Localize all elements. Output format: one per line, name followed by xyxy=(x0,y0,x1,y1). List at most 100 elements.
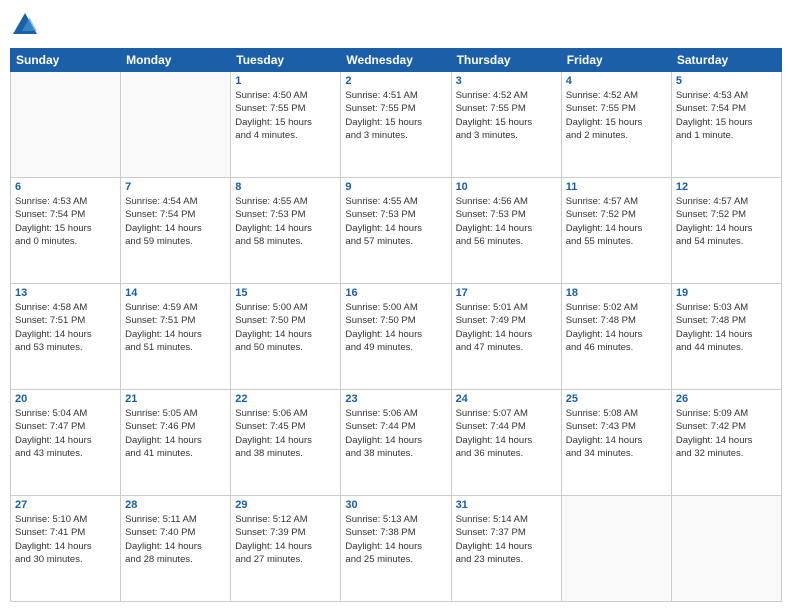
calendar-cell: 6 Sunrise: 4:53 AM Sunset: 7:54 PM Daylig… xyxy=(11,178,121,284)
calendar-cell: 19Sunrise: 5:03 AM Sunset: 7:48 PM Dayli… xyxy=(671,284,781,390)
day-info: Sunrise: 5:06 AM Sunset: 7:45 PM Dayligh… xyxy=(235,407,336,460)
day-number: 20 xyxy=(15,393,116,405)
day-info: Sunrise: 4:52 AM Sunset: 7:55 PM Dayligh… xyxy=(566,89,667,142)
day-number: 22 xyxy=(235,393,336,405)
day-number: 27 xyxy=(15,499,116,511)
calendar-cell: 13Sunrise: 4:58 AM Sunset: 7:51 PM Dayli… xyxy=(11,284,121,390)
calendar-cell: 20Sunrise: 5:04 AM Sunset: 7:47 PM Dayli… xyxy=(11,390,121,496)
day-number: 5 xyxy=(676,75,777,87)
calendar-cell: 15Sunrise: 5:00 AM Sunset: 7:50 PM Dayli… xyxy=(231,284,341,390)
day-number: 30 xyxy=(345,499,446,511)
logo xyxy=(10,10,42,40)
day-info: Sunrise: 4:53 AM Sunset: 7:54 PM Dayligh… xyxy=(15,195,116,248)
weekday-header-saturday: Saturday xyxy=(671,49,781,72)
day-info: Sunrise: 5:06 AM Sunset: 7:44 PM Dayligh… xyxy=(345,407,446,460)
calendar-cell: 5 Sunrise: 4:53 AM Sunset: 7:54 PM Daylig… xyxy=(671,72,781,178)
calendar-cell: 12 Sunrise: 4:57 AM Sunset: 7:52 PM Dayli… xyxy=(671,178,781,284)
day-number: 26 xyxy=(676,393,777,405)
day-info: Sunrise: 5:05 AM Sunset: 7:46 PM Dayligh… xyxy=(125,407,226,460)
calendar-cell: 25Sunrise: 5:08 AM Sunset: 7:43 PM Dayli… xyxy=(561,390,671,496)
day-number: 29 xyxy=(235,499,336,511)
weekday-header-wednesday: Wednesday xyxy=(341,49,451,72)
calendar-cell: 16Sunrise: 5:00 AM Sunset: 7:50 PM Dayli… xyxy=(341,284,451,390)
day-info: Sunrise: 5:07 AM Sunset: 7:44 PM Dayligh… xyxy=(456,407,557,460)
calendar-cell: 26 Sunrise: 5:09 AM Sunset: 7:42 PM Dayli… xyxy=(671,390,781,496)
day-number: 2 xyxy=(345,75,446,87)
calendar-cell: 4 Sunrise: 4:52 AM Sunset: 7:55 PM Daylig… xyxy=(561,72,671,178)
weekday-header-thursday: Thursday xyxy=(451,49,561,72)
day-info: Sunrise: 4:59 AM Sunset: 7:51 PM Dayligh… xyxy=(125,301,226,354)
day-number: 28 xyxy=(125,499,226,511)
day-info: Sunrise: 4:53 AM Sunset: 7:54 PM Dayligh… xyxy=(676,89,777,142)
day-number: 3 xyxy=(456,75,557,87)
weekday-header-row: SundayMondayTuesdayWednesdayThursdayFrid… xyxy=(11,49,782,72)
calendar-cell: 11Sunrise: 4:57 AM Sunset: 7:52 PM Dayli… xyxy=(561,178,671,284)
day-info: Sunrise: 4:50 AM Sunset: 7:55 PM Dayligh… xyxy=(235,89,336,142)
calendar-cell xyxy=(561,496,671,602)
day-info: Sunrise: 5:00 AM Sunset: 7:50 PM Dayligh… xyxy=(235,301,336,354)
week-row-3: 13Sunrise: 4:58 AM Sunset: 7:51 PM Dayli… xyxy=(11,284,782,390)
day-info: Sunrise: 5:02 AM Sunset: 7:48 PM Dayligh… xyxy=(566,301,667,354)
calendar-cell: 27 Sunrise: 5:10 AM Sunset: 7:41 PM Dayli… xyxy=(11,496,121,602)
calendar-cell: 2 Sunrise: 4:51 AM Sunset: 7:55 PM Daylig… xyxy=(341,72,451,178)
day-number: 14 xyxy=(125,287,226,299)
day-number: 11 xyxy=(566,181,667,193)
calendar-cell: 8 Sunrise: 4:55 AM Sunset: 7:53 PM Daylig… xyxy=(231,178,341,284)
calendar-cell xyxy=(121,72,231,178)
weekday-header-sunday: Sunday xyxy=(11,49,121,72)
day-number: 10 xyxy=(456,181,557,193)
day-info: Sunrise: 4:56 AM Sunset: 7:53 PM Dayligh… xyxy=(456,195,557,248)
calendar-cell: 31Sunrise: 5:14 AM Sunset: 7:37 PM Dayli… xyxy=(451,496,561,602)
calendar-cell: 9Sunrise: 4:55 AM Sunset: 7:53 PM Daylig… xyxy=(341,178,451,284)
day-number: 9 xyxy=(345,181,446,193)
calendar-cell: 14 Sunrise: 4:59 AM Sunset: 7:51 PM Dayli… xyxy=(121,284,231,390)
day-info: Sunrise: 4:57 AM Sunset: 7:52 PM Dayligh… xyxy=(676,195,777,248)
weekday-header-monday: Monday xyxy=(121,49,231,72)
day-info: Sunrise: 5:00 AM Sunset: 7:50 PM Dayligh… xyxy=(345,301,446,354)
day-number: 8 xyxy=(235,181,336,193)
day-number: 12 xyxy=(676,181,777,193)
day-info: Sunrise: 5:11 AM Sunset: 7:40 PM Dayligh… xyxy=(125,513,226,566)
weekday-header-friday: Friday xyxy=(561,49,671,72)
day-number: 23 xyxy=(345,393,446,405)
day-info: Sunrise: 5:09 AM Sunset: 7:42 PM Dayligh… xyxy=(676,407,777,460)
calendar-cell xyxy=(11,72,121,178)
day-info: Sunrise: 5:08 AM Sunset: 7:43 PM Dayligh… xyxy=(566,407,667,460)
day-number: 4 xyxy=(566,75,667,87)
day-number: 31 xyxy=(456,499,557,511)
week-row-4: 20Sunrise: 5:04 AM Sunset: 7:47 PM Dayli… xyxy=(11,390,782,496)
calendar-cell: 24 Sunrise: 5:07 AM Sunset: 7:44 PM Dayli… xyxy=(451,390,561,496)
day-info: Sunrise: 4:58 AM Sunset: 7:51 PM Dayligh… xyxy=(15,301,116,354)
calendar-table: SundayMondayTuesdayWednesdayThursdayFrid… xyxy=(10,48,782,602)
day-info: Sunrise: 5:12 AM Sunset: 7:39 PM Dayligh… xyxy=(235,513,336,566)
calendar-cell: 7Sunrise: 4:54 AM Sunset: 7:54 PM Daylig… xyxy=(121,178,231,284)
day-info: Sunrise: 4:51 AM Sunset: 7:55 PM Dayligh… xyxy=(345,89,446,142)
calendar-cell: 22 Sunrise: 5:06 AM Sunset: 7:45 PM Dayli… xyxy=(231,390,341,496)
day-number: 19 xyxy=(676,287,777,299)
calendar-cell: 28 Sunrise: 5:11 AM Sunset: 7:40 PM Dayli… xyxy=(121,496,231,602)
calendar-cell: 17 Sunrise: 5:01 AM Sunset: 7:49 PM Dayli… xyxy=(451,284,561,390)
week-row-1: 1 Sunrise: 4:50 AM Sunset: 7:55 PM Daylig… xyxy=(11,72,782,178)
logo-icon xyxy=(10,10,40,40)
header xyxy=(10,10,782,40)
day-number: 18 xyxy=(566,287,667,299)
day-info: Sunrise: 4:52 AM Sunset: 7:55 PM Dayligh… xyxy=(456,89,557,142)
calendar-cell: 1 Sunrise: 4:50 AM Sunset: 7:55 PM Daylig… xyxy=(231,72,341,178)
day-number: 21 xyxy=(125,393,226,405)
day-info: Sunrise: 4:55 AM Sunset: 7:53 PM Dayligh… xyxy=(235,195,336,248)
calendar-cell: 29 Sunrise: 5:12 AM Sunset: 7:39 PM Dayli… xyxy=(231,496,341,602)
calendar-cell: 18 Sunrise: 5:02 AM Sunset: 7:48 PM Dayli… xyxy=(561,284,671,390)
day-number: 24 xyxy=(456,393,557,405)
calendar-cell: 3 Sunrise: 4:52 AM Sunset: 7:55 PM Daylig… xyxy=(451,72,561,178)
calendar-cell: 10 Sunrise: 4:56 AM Sunset: 7:53 PM Dayli… xyxy=(451,178,561,284)
week-row-2: 6 Sunrise: 4:53 AM Sunset: 7:54 PM Daylig… xyxy=(11,178,782,284)
day-info: Sunrise: 4:54 AM Sunset: 7:54 PM Dayligh… xyxy=(125,195,226,248)
day-number: 6 xyxy=(15,181,116,193)
page: SundayMondayTuesdayWednesdayThursdayFrid… xyxy=(0,0,792,612)
day-number: 17 xyxy=(456,287,557,299)
day-number: 1 xyxy=(235,75,336,87)
calendar-cell: 21 Sunrise: 5:05 AM Sunset: 7:46 PM Dayli… xyxy=(121,390,231,496)
day-info: Sunrise: 5:01 AM Sunset: 7:49 PM Dayligh… xyxy=(456,301,557,354)
weekday-header-tuesday: Tuesday xyxy=(231,49,341,72)
day-info: Sunrise: 5:10 AM Sunset: 7:41 PM Dayligh… xyxy=(15,513,116,566)
